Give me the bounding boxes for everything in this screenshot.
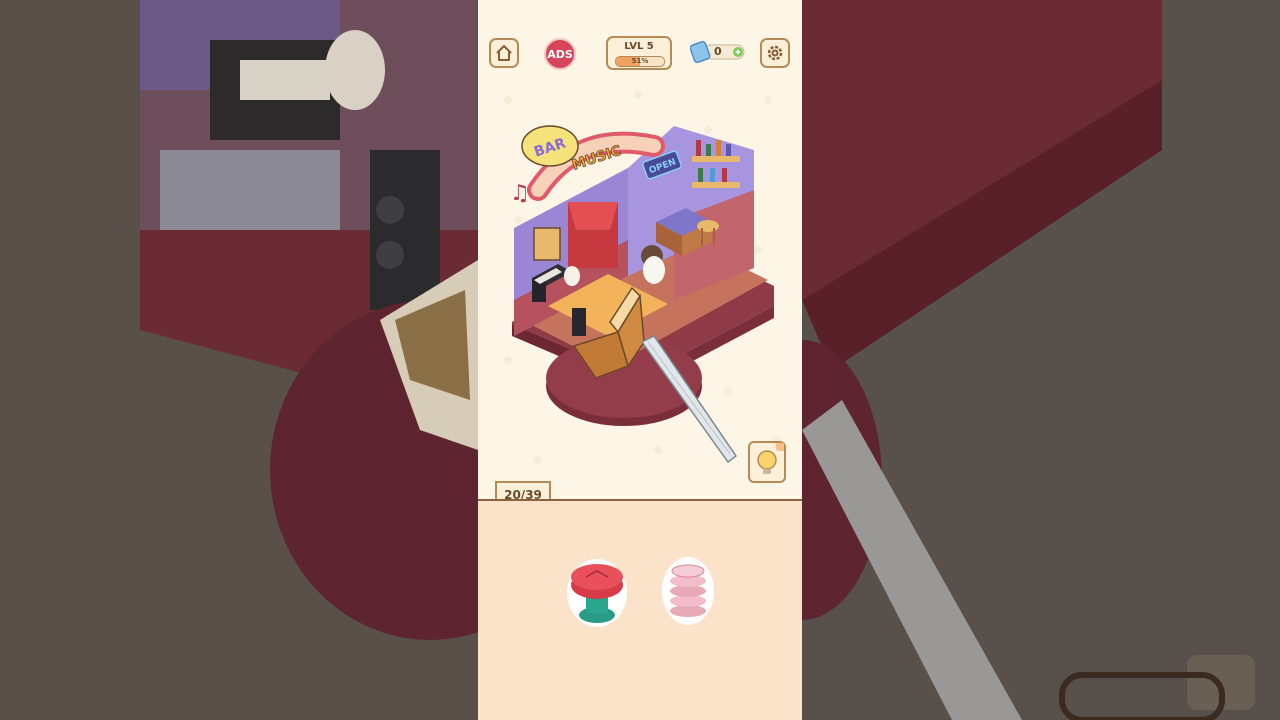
music-note-icon: ♫ [510,181,530,206]
level-indicator: LVL 5 51% [606,36,672,70]
level-progress-text: 51% [631,57,649,65]
pianist-character [564,266,580,286]
top-hud: ADS LVL 5 51% 0 [478,36,802,72]
ticket-count: 0 [714,45,722,58]
bar-stool [697,220,719,232]
settings-button[interactable] [760,38,790,68]
background-left-blur [0,0,478,720]
gear-icon [767,45,783,61]
tray-item-pink-cups[interactable] [658,553,718,627]
ad-badge-icon [776,441,788,451]
level-progress-bar: 51% [615,56,665,67]
game-screen: ADS LVL 5 51% 0 OPEN MUSIC BAR ♫ 20/39 [478,0,802,720]
tray-item-red-stool[interactable] [564,551,630,631]
home-button[interactable] [489,38,519,68]
level-label: LVL 5 [624,41,654,52]
lightbulb-icon [757,450,777,474]
hint-button[interactable] [748,441,788,483]
home-icon [496,45,512,61]
speaker [572,308,586,336]
wall-poster [533,227,561,261]
remove-ads-button[interactable]: ADS [544,38,576,70]
ads-label: ADS [547,47,573,61]
add-ticket-icon[interactable] [733,47,743,57]
ticket-icon [689,40,711,64]
background-right-blur [802,0,1280,720]
bar-music-room-scene: OPEN MUSIC BAR ♫ [510,125,774,464]
item-tray [478,501,802,720]
bar-sign: BAR [521,125,579,167]
